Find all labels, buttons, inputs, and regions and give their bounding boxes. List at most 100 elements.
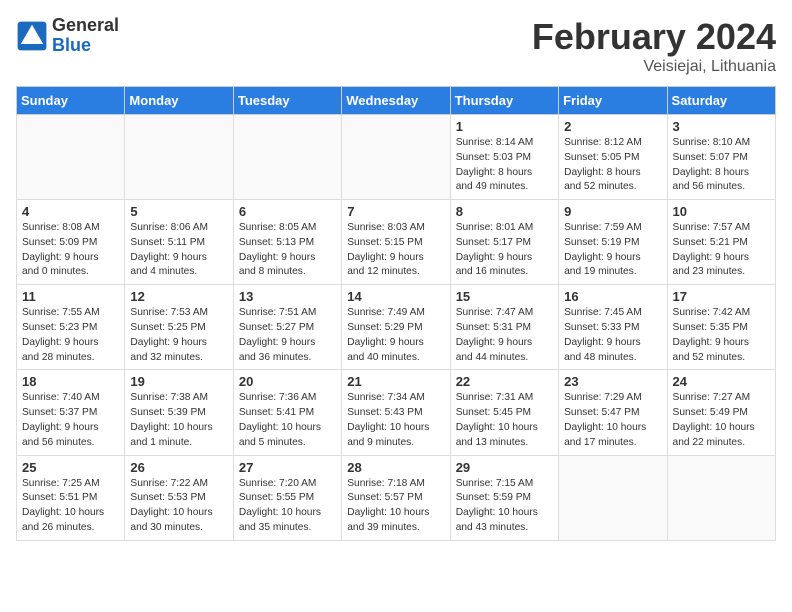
day-number: 14	[347, 289, 444, 304]
day-info: Sunrise: 7:20 AMSunset: 5:55 PMDaylight:…	[239, 477, 336, 536]
calendar-week-4: 25 Sunrise: 7:25 AMSunset: 5:51 PMDayligh…	[17, 455, 776, 540]
weekday-header-monday: Monday	[125, 87, 233, 115]
day-info: Sunrise: 8:01 AMSunset: 5:17 PMDaylight:…	[456, 221, 553, 280]
page-header: General Blue February 2024 Veisiejai, Li…	[16, 16, 776, 76]
calendar-cell: 23 Sunrise: 7:29 AMSunset: 5:47 PMDayligh…	[559, 370, 667, 455]
day-number: 19	[130, 374, 227, 389]
day-info: Sunrise: 7:27 AMSunset: 5:49 PMDaylight:…	[673, 391, 770, 450]
day-info: Sunrise: 8:06 AMSunset: 5:11 PMDaylight:…	[130, 221, 227, 280]
day-number: 6	[239, 204, 336, 219]
logo-blue-label: Blue	[52, 36, 119, 56]
day-number: 18	[22, 374, 119, 389]
day-info: Sunrise: 7:38 AMSunset: 5:39 PMDaylight:…	[130, 391, 227, 450]
day-number: 11	[22, 289, 119, 304]
day-info: Sunrise: 8:05 AMSunset: 5:13 PMDaylight:…	[239, 221, 336, 280]
weekday-header-saturday: Saturday	[667, 87, 775, 115]
weekday-header-friday: Friday	[559, 87, 667, 115]
weekday-header-sunday: Sunday	[17, 87, 125, 115]
calendar-cell: 12 Sunrise: 7:53 AMSunset: 5:25 PMDayligh…	[125, 285, 233, 370]
calendar-cell	[233, 115, 341, 200]
calendar-cell: 7Sunrise: 8:03 AMSunset: 5:15 PMDaylight…	[342, 200, 450, 285]
day-number: 28	[347, 460, 444, 475]
day-number: 10	[673, 204, 770, 219]
day-info: Sunrise: 7:53 AMSunset: 5:25 PMDaylight:…	[130, 306, 227, 365]
calendar-table: SundayMondayTuesdayWednesdayThursdayFrid…	[16, 86, 776, 541]
calendar-cell	[17, 115, 125, 200]
calendar-cell: 11 Sunrise: 7:55 AMSunset: 5:23 PMDayligh…	[17, 285, 125, 370]
day-number: 5	[130, 204, 227, 219]
weekday-header-thursday: Thursday	[450, 87, 558, 115]
calendar-cell: 8 Sunrise: 8:01 AMSunset: 5:17 PMDaylight…	[450, 200, 558, 285]
day-info: Sunrise: 7:29 AMSunset: 5:47 PMDaylight:…	[564, 391, 661, 450]
calendar-cell: 20 Sunrise: 7:36 AMSunset: 5:41 PMDayligh…	[233, 370, 341, 455]
day-info: Sunrise: 8:08 AMSunset: 5:09 PMDaylight:…	[22, 221, 119, 280]
day-info: Sunrise: 7:55 AMSunset: 5:23 PMDaylight:…	[22, 306, 119, 365]
calendar-cell	[667, 455, 775, 540]
day-info: Sunrise: 8:12 AMSunset: 5:05 PMDaylight:…	[564, 136, 661, 195]
weekday-header-wednesday: Wednesday	[342, 87, 450, 115]
calendar-cell: 9Sunrise: 7:59 AMSunset: 5:19 PMDaylight…	[559, 200, 667, 285]
day-info: Sunrise: 8:10 AMSunset: 5:07 PMDaylight:…	[673, 136, 770, 195]
calendar-cell: 25 Sunrise: 7:25 AMSunset: 5:51 PMDayligh…	[17, 455, 125, 540]
day-number: 24	[673, 374, 770, 389]
day-number: 8	[456, 204, 553, 219]
calendar-cell: 18 Sunrise: 7:40 AMSunset: 5:37 PMDayligh…	[17, 370, 125, 455]
calendar-cell: 28 Sunrise: 7:18 AMSunset: 5:57 PMDayligh…	[342, 455, 450, 540]
day-info: Sunrise: 7:18 AMSunset: 5:57 PMDaylight:…	[347, 477, 444, 536]
calendar-cell: 21 Sunrise: 7:34 AMSunset: 5:43 PMDayligh…	[342, 370, 450, 455]
day-number: 20	[239, 374, 336, 389]
day-number: 29	[456, 460, 553, 475]
day-number: 27	[239, 460, 336, 475]
day-info: Sunrise: 8:03 AMSunset: 5:15 PMDaylight:…	[347, 221, 444, 280]
calendar-cell: 2Sunrise: 8:12 AMSunset: 5:05 PMDaylight…	[559, 115, 667, 200]
day-info: Sunrise: 7:40 AMSunset: 5:37 PMDaylight:…	[22, 391, 119, 450]
day-info: Sunrise: 7:31 AMSunset: 5:45 PMDaylight:…	[456, 391, 553, 450]
calendar-cell: 26 Sunrise: 7:22 AMSunset: 5:53 PMDayligh…	[125, 455, 233, 540]
day-info: Sunrise: 7:36 AMSunset: 5:41 PMDaylight:…	[239, 391, 336, 450]
day-number: 16	[564, 289, 661, 304]
day-info: Sunrise: 7:47 AMSunset: 5:31 PMDaylight:…	[456, 306, 553, 365]
day-info: Sunrise: 7:22 AMSunset: 5:53 PMDaylight:…	[130, 477, 227, 536]
calendar-cell: 19 Sunrise: 7:38 AMSunset: 5:39 PMDayligh…	[125, 370, 233, 455]
day-number: 13	[239, 289, 336, 304]
calendar-cell: 22 Sunrise: 7:31 AMSunset: 5:45 PMDayligh…	[450, 370, 558, 455]
calendar-subtitle: Veisiejai, Lithuania	[532, 58, 776, 76]
day-info: Sunrise: 7:34 AMSunset: 5:43 PMDaylight:…	[347, 391, 444, 450]
day-number: 26	[130, 460, 227, 475]
calendar-cell: 4 Sunrise: 8:08 AMSunset: 5:09 PMDaylight…	[17, 200, 125, 285]
day-number: 17	[673, 289, 770, 304]
day-number: 23	[564, 374, 661, 389]
day-number: 3	[673, 119, 770, 134]
day-info: Sunrise: 7:15 AMSunset: 5:59 PMDaylight:…	[456, 477, 553, 536]
calendar-cell: 3 Sunrise: 8:10 AMSunset: 5:07 PMDaylight…	[667, 115, 775, 200]
logo-icon	[16, 20, 48, 52]
day-number: 22	[456, 374, 553, 389]
calendar-cell	[342, 115, 450, 200]
day-info: Sunrise: 8:14 AMSunset: 5:03 PMDaylight:…	[456, 136, 553, 195]
calendar-week-2: 11 Sunrise: 7:55 AMSunset: 5:23 PMDayligh…	[17, 285, 776, 370]
day-number: 21	[347, 374, 444, 389]
calendar-cell: 6 Sunrise: 8:05 AMSunset: 5:13 PMDaylight…	[233, 200, 341, 285]
calendar-week-0: 1Sunrise: 8:14 AMSunset: 5:03 PMDaylight…	[17, 115, 776, 200]
logo: General Blue	[16, 16, 119, 56]
day-number: 12	[130, 289, 227, 304]
calendar-week-1: 4 Sunrise: 8:08 AMSunset: 5:09 PMDaylight…	[17, 200, 776, 285]
calendar-cell: 17 Sunrise: 7:42 AMSunset: 5:35 PMDayligh…	[667, 285, 775, 370]
weekday-header-tuesday: Tuesday	[233, 87, 341, 115]
calendar-cell	[125, 115, 233, 200]
day-number: 25	[22, 460, 119, 475]
calendar-cell: 15Sunrise: 7:47 AMSunset: 5:31 PMDayligh…	[450, 285, 558, 370]
day-info: Sunrise: 7:49 AMSunset: 5:29 PMDaylight:…	[347, 306, 444, 365]
calendar-week-3: 18 Sunrise: 7:40 AMSunset: 5:37 PMDayligh…	[17, 370, 776, 455]
day-info: Sunrise: 7:57 AMSunset: 5:21 PMDaylight:…	[673, 221, 770, 280]
calendar-cell: 16 Sunrise: 7:45 AMSunset: 5:33 PMDayligh…	[559, 285, 667, 370]
calendar-cell: 27 Sunrise: 7:20 AMSunset: 5:55 PMDayligh…	[233, 455, 341, 540]
day-info: Sunrise: 7:45 AMSunset: 5:33 PMDaylight:…	[564, 306, 661, 365]
day-number: 4	[22, 204, 119, 219]
calendar-cell: 5 Sunrise: 8:06 AMSunset: 5:11 PMDaylight…	[125, 200, 233, 285]
calendar-cell: 14 Sunrise: 7:49 AMSunset: 5:29 PMDayligh…	[342, 285, 450, 370]
calendar-cell: 10 Sunrise: 7:57 AMSunset: 5:21 PMDayligh…	[667, 200, 775, 285]
day-info: Sunrise: 7:25 AMSunset: 5:51 PMDaylight:…	[22, 477, 119, 536]
logo-general-label: General	[52, 16, 119, 36]
day-info: Sunrise: 7:42 AMSunset: 5:35 PMDaylight:…	[673, 306, 770, 365]
